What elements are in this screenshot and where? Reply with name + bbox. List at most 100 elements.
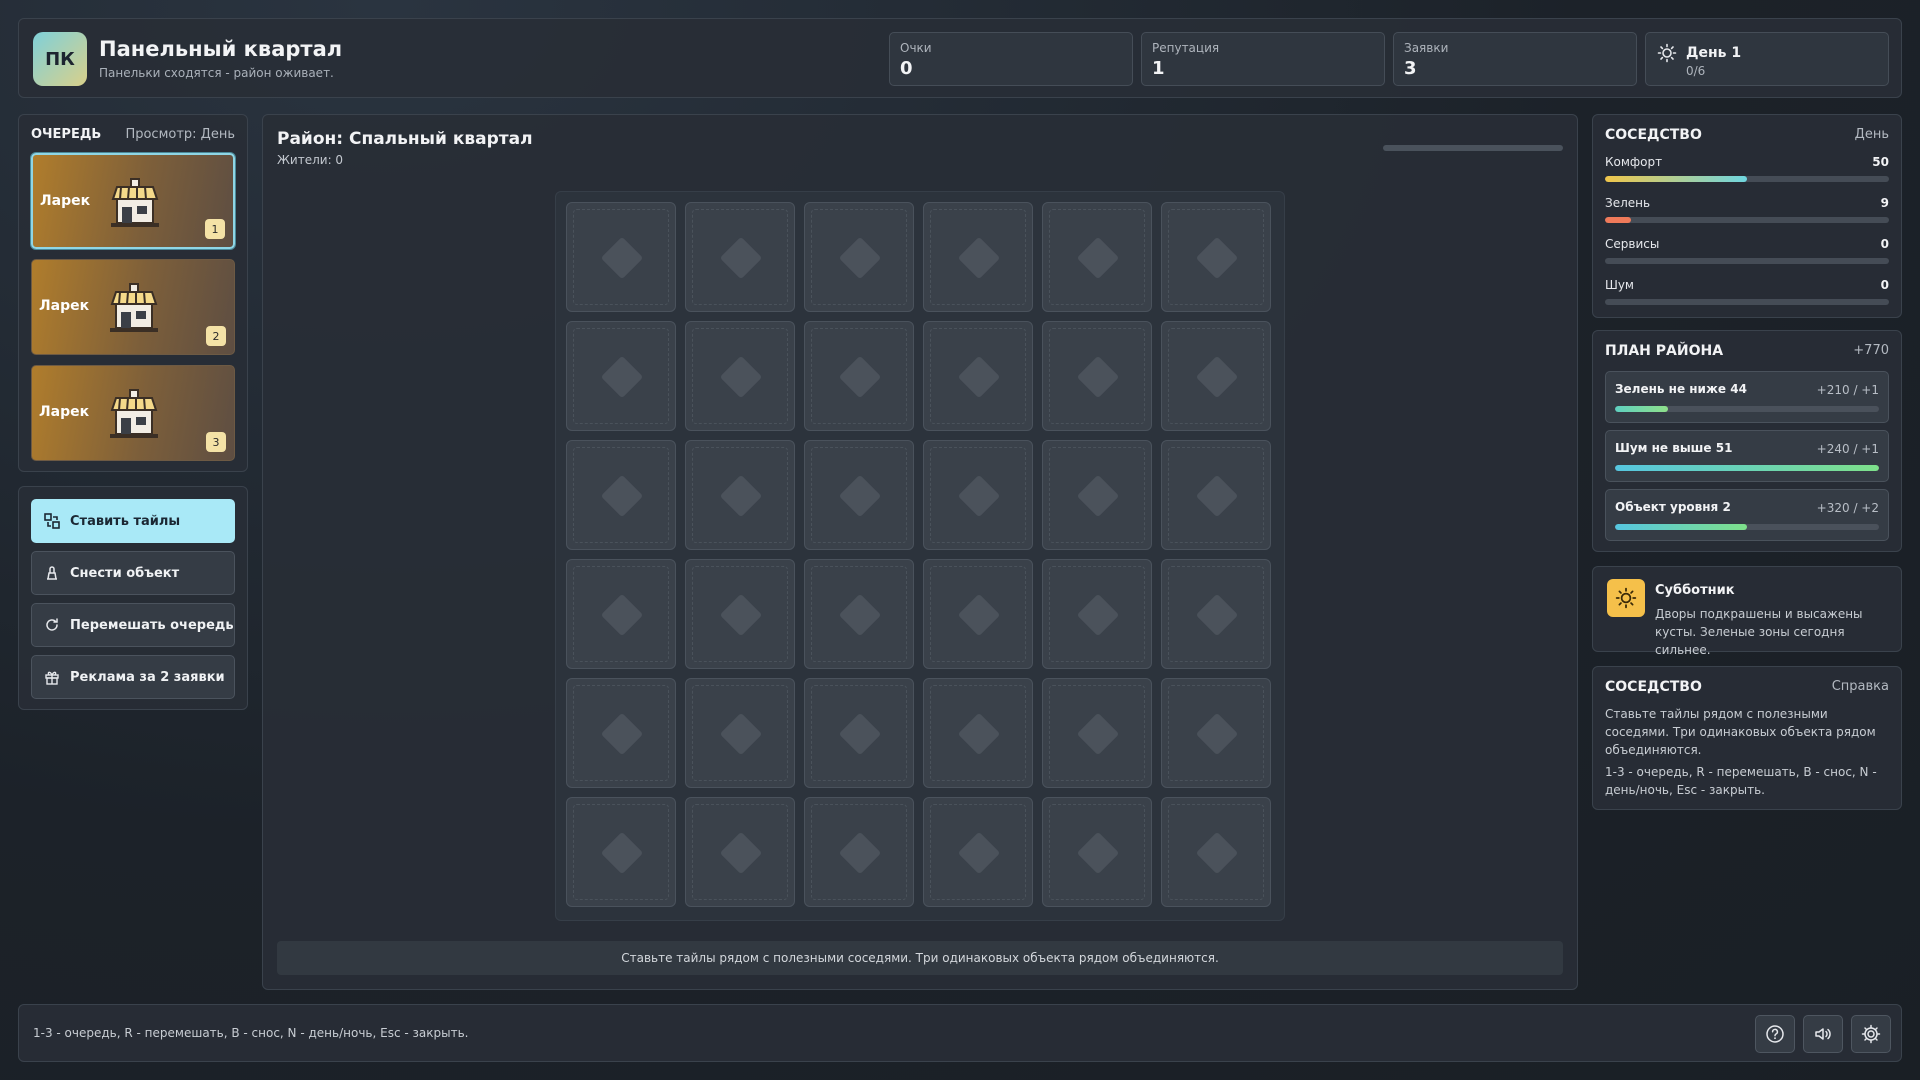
- stat-value: 3: [1404, 58, 1417, 79]
- app-subtitle: Панельки сходятся - район оживает.: [99, 66, 334, 80]
- queue-item-1[interactable]: Ларек 1: [31, 153, 235, 249]
- board-cell[interactable]: [566, 559, 676, 669]
- board-cell[interactable]: [804, 559, 914, 669]
- board-cell[interactable]: [685, 202, 795, 312]
- board-cell[interactable]: [566, 321, 676, 431]
- queue-item-2[interactable]: Ларек 2: [31, 259, 235, 355]
- queue-title: ОЧЕРЕДЬ: [31, 127, 102, 142]
- goal-track: [1615, 406, 1879, 412]
- shuffle-queue-button[interactable]: Перемешать очередь: [31, 603, 235, 647]
- empty-slot-icon: [1076, 355, 1120, 399]
- queue-item-number: 3: [206, 432, 226, 452]
- help-button[interactable]: [1755, 1015, 1795, 1053]
- board-cell[interactable]: [566, 797, 676, 907]
- board-cell[interactable]: [685, 797, 795, 907]
- queue-view-mode: Просмотр: День: [125, 127, 235, 142]
- action-label: Ставить тайлы: [70, 514, 181, 529]
- empty-slot-icon: [600, 593, 644, 637]
- empty-slot-icon: [838, 355, 882, 399]
- board-cell[interactable]: [1161, 440, 1271, 550]
- metric-comfort: Комфорт 50: [1605, 155, 1889, 185]
- board-cell[interactable]: [1042, 797, 1152, 907]
- board-cell[interactable]: [804, 797, 914, 907]
- board-cell[interactable]: [1042, 440, 1152, 550]
- empty-slot-icon: [957, 831, 1001, 875]
- stat-day: День 1 0/6: [1645, 32, 1889, 86]
- board-hint: Ставьте тайлы рядом с полезными соседями…: [277, 941, 1563, 975]
- metric-value: 0: [1880, 237, 1889, 251]
- metric-value: 0: [1880, 278, 1889, 292]
- empty-slot-icon: [1076, 712, 1120, 756]
- board-cell[interactable]: [923, 797, 1033, 907]
- board-cell[interactable]: [804, 202, 914, 312]
- goal-reward: +210 / +1: [1816, 383, 1879, 397]
- board-cell[interactable]: [804, 321, 914, 431]
- help-link[interactable]: Справка: [1832, 679, 1889, 694]
- board-cell[interactable]: [1042, 678, 1152, 788]
- queue-item-number: 2: [206, 326, 226, 346]
- stat-requests: Заявки 3: [1393, 32, 1637, 86]
- empty-slot-icon: [838, 474, 882, 518]
- neighborhood-title: СОСЕДСТВО: [1605, 127, 1702, 143]
- sun-icon: [1657, 43, 1677, 63]
- empty-slot-icon: [1195, 712, 1239, 756]
- metric-fill: [1605, 217, 1631, 223]
- board-cell[interactable]: [1042, 202, 1152, 312]
- board-panel: Район: Спальный квартал Жители: 0 Ставьт…: [262, 114, 1578, 990]
- board-cell[interactable]: [685, 321, 795, 431]
- board-cell[interactable]: [923, 202, 1033, 312]
- sound-button[interactable]: [1803, 1015, 1843, 1053]
- game-board: [555, 191, 1285, 921]
- queue-item-3[interactable]: Ларек 3: [31, 365, 235, 461]
- board-cell[interactable]: [923, 678, 1033, 788]
- ad-bonus-button[interactable]: Реклама за 2 заявки: [31, 655, 235, 699]
- kiosk-icon: [107, 175, 163, 235]
- residents-count: Жители: 0: [277, 153, 344, 167]
- board-cell[interactable]: [804, 678, 914, 788]
- board-cell[interactable]: [1161, 797, 1271, 907]
- settings-button[interactable]: [1851, 1015, 1891, 1053]
- goal-fill: [1615, 524, 1747, 530]
- day-progress: 0/6: [1686, 64, 1706, 78]
- board-cell[interactable]: [685, 440, 795, 550]
- stat-label: Репутация: [1152, 41, 1220, 55]
- top-bar: ПК Панельный квартал Панельки сходятся -…: [18, 18, 1902, 98]
- board-cell[interactable]: [923, 321, 1033, 431]
- board-cell[interactable]: [1042, 559, 1152, 669]
- board-cell[interactable]: [923, 440, 1033, 550]
- actions-panel: Ставить тайлы Снести объект Перемешать о…: [18, 486, 248, 710]
- metric-value: 50: [1872, 155, 1889, 169]
- queue-item-number: 1: [205, 219, 225, 239]
- empty-slot-icon: [838, 831, 882, 875]
- board-cell[interactable]: [1161, 202, 1271, 312]
- app-logo: ПК: [33, 32, 87, 86]
- metric-value: 9: [1880, 196, 1889, 210]
- bottom-bar: 1-3 - очередь, R - перемешать, B - снос,…: [18, 1004, 1902, 1062]
- metric-services: Сервисы 0: [1605, 237, 1889, 267]
- board-cell[interactable]: [923, 559, 1033, 669]
- metric-label: Сервисы: [1605, 237, 1660, 251]
- board-cell[interactable]: [566, 440, 676, 550]
- board-cell[interactable]: [685, 559, 795, 669]
- stat-value: 0: [900, 58, 913, 79]
- stat-label: Заявки: [1404, 41, 1449, 55]
- plan-goal: Зелень не ниже 44 +210 / +1: [1605, 371, 1889, 423]
- demolish-button[interactable]: Снести объект: [31, 551, 235, 595]
- metric-label: Комфорт: [1605, 155, 1663, 169]
- board-cell[interactable]: [566, 202, 676, 312]
- place-tiles-button[interactable]: Ставить тайлы: [31, 499, 235, 543]
- empty-slot-icon: [838, 593, 882, 637]
- board-cell[interactable]: [1161, 321, 1271, 431]
- board-cell[interactable]: [566, 678, 676, 788]
- empty-slot-icon: [600, 831, 644, 875]
- goal-label: Объект уровня 2: [1615, 500, 1731, 514]
- neighborhood-panel: СОСЕДСТВО День Комфорт 50 Зелень 9 Серви…: [1592, 114, 1902, 318]
- board-cell[interactable]: [1161, 559, 1271, 669]
- board-cell[interactable]: [1161, 678, 1271, 788]
- stat-reputation: Репутация 1: [1141, 32, 1385, 86]
- board-cell[interactable]: [685, 678, 795, 788]
- goal-track: [1615, 524, 1879, 530]
- metric-track: [1605, 176, 1889, 182]
- board-cell[interactable]: [1042, 321, 1152, 431]
- board-cell[interactable]: [804, 440, 914, 550]
